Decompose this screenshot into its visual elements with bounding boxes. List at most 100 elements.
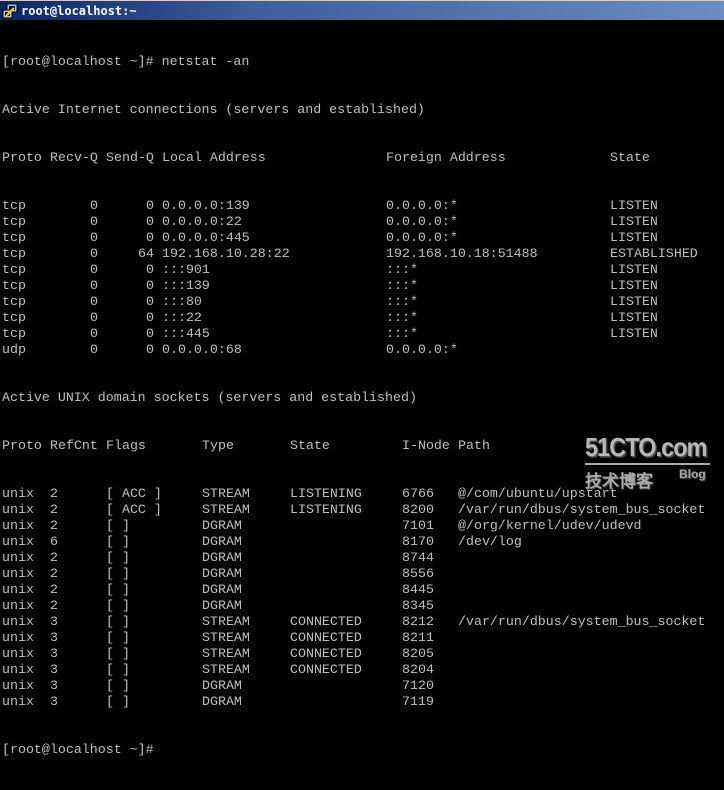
cell-local-address: :::80 bbox=[162, 294, 202, 309]
col-proto: Proto bbox=[2, 150, 42, 165]
unix-socket-row: unix 3 [ ] DGRAM 7119 bbox=[2, 694, 724, 710]
cell-refcnt: 3 bbox=[50, 678, 58, 693]
cell-sendq: 0 bbox=[146, 326, 154, 341]
cell-local-address: :::139 bbox=[162, 278, 210, 293]
cell-flags: [ ] bbox=[106, 694, 130, 709]
cell-flags: [ ] bbox=[106, 582, 130, 597]
cell-proto: unix bbox=[2, 598, 34, 613]
watermark-divider bbox=[585, 463, 710, 465]
inet-connection-row: tcp 0 0:::901:::* LISTEN bbox=[2, 262, 724, 278]
cell-recvq: 0 bbox=[90, 214, 98, 229]
unix-socket-row: unix 6 [ ] DGRAM 8170/dev/log bbox=[2, 534, 724, 550]
cell-type: STREAM bbox=[202, 502, 250, 517]
cell-sendq: 64 bbox=[138, 246, 154, 261]
col-recvq: Recv-Q bbox=[50, 150, 98, 165]
cell-refcnt: 2 bbox=[50, 486, 58, 501]
cell-proto: unix bbox=[2, 662, 34, 677]
cell-local-address: :::22 bbox=[162, 310, 202, 325]
cell-proto: unix bbox=[2, 566, 34, 581]
inet-section-header: Active Internet connections (servers and… bbox=[2, 102, 425, 117]
cell-refcnt: 6 bbox=[50, 534, 58, 549]
cell-refcnt: 3 bbox=[50, 646, 58, 661]
cell-refcnt: 3 bbox=[50, 630, 58, 645]
inet-connection-row: tcp 0 0:::80:::* LISTEN bbox=[2, 294, 724, 310]
cell-local-address: 0.0.0.0:445 bbox=[162, 230, 250, 245]
cell-sendq: 0 bbox=[146, 278, 154, 293]
cell-type: STREAM bbox=[202, 662, 250, 677]
cell-proto: unix bbox=[2, 646, 34, 661]
cell-inode: 8345 bbox=[402, 598, 434, 613]
unix-socket-row: unix 2 [ ] DGRAM 8556 bbox=[2, 566, 724, 582]
unix-socket-row: unix 2 [ ] DGRAM 8345 bbox=[2, 598, 724, 614]
cell-inode: 8211 bbox=[402, 630, 434, 645]
col-path: Path bbox=[458, 438, 490, 453]
cell-state: CONNECTED bbox=[290, 614, 362, 629]
cell-proto: unix bbox=[2, 694, 34, 709]
cell-inode: 8205 bbox=[402, 646, 434, 661]
cell-type: DGRAM bbox=[202, 534, 242, 549]
cell-foreign-address: 0.0.0.0:* bbox=[386, 230, 458, 245]
cell-inode: 8212 bbox=[402, 614, 434, 629]
cell-state: CONNECTED bbox=[290, 662, 362, 677]
inet-connection-row: tcp 0 0 0.0.0.0:139 0.0.0.0:* LISTEN bbox=[2, 198, 724, 214]
cell-inode: 8204 bbox=[402, 662, 434, 677]
window-title: root@localhost:~ bbox=[21, 3, 137, 18]
title-bar[interactable]: root@localhost:~ bbox=[0, 0, 724, 20]
cell-state: CONNECTED bbox=[290, 630, 362, 645]
shell-prompt[interactable]: [root@localhost ~]# bbox=[2, 742, 724, 758]
cell-type: STREAM bbox=[202, 630, 250, 645]
col-sendq: Send-Q bbox=[106, 150, 154, 165]
col-local-address: Local Address bbox=[162, 150, 266, 165]
terminal-window: root@localhost:~ [root@localhost ~]# net… bbox=[0, 0, 724, 757]
cell-state: LISTEN bbox=[610, 198, 658, 213]
cell-sendq: 0 bbox=[146, 294, 154, 309]
cell-sendq: 0 bbox=[146, 214, 154, 229]
cell-flags: [ ] bbox=[106, 534, 130, 549]
cell-flags: [ ] bbox=[106, 646, 130, 661]
col-proto: Proto bbox=[2, 438, 42, 453]
cell-type: STREAM bbox=[202, 646, 250, 661]
watermark-logo: 51CTO.com 技术博客 Blog bbox=[585, 432, 715, 492]
cell-flags: [ ] bbox=[106, 678, 130, 693]
cell-proto: unix bbox=[2, 550, 34, 565]
cell-inode: 8200 bbox=[402, 502, 434, 517]
putty-icon[interactable] bbox=[2, 3, 18, 19]
cell-flags: [ ] bbox=[106, 566, 130, 581]
cell-sendq: 0 bbox=[146, 342, 154, 357]
cell-sendq: 0 bbox=[146, 262, 154, 277]
cell-local-address: 0.0.0.0:22 bbox=[162, 214, 242, 229]
inet-connection-row: tcp 0 0 0.0.0.0:445 0.0.0.0:* LISTEN bbox=[2, 230, 724, 246]
cell-refcnt: 2 bbox=[50, 502, 58, 517]
cell-state: CONNECTED bbox=[290, 646, 362, 661]
cell-inode: 8744 bbox=[402, 550, 434, 565]
unix-socket-row: unix 2 [ ] DGRAM 8744 bbox=[2, 550, 724, 566]
cell-state: ESTABLISHED bbox=[610, 246, 698, 261]
cell-state: LISTEN bbox=[610, 230, 658, 245]
cell-foreign-address: 192.168.10.18:51488 bbox=[386, 246, 538, 261]
inet-connection-row: tcp 0 0:::139:::* LISTEN bbox=[2, 278, 724, 294]
cell-state: LISTEN bbox=[610, 294, 658, 309]
inet-connection-row: tcp 0 64 192.168.10.28:22 192.168.10.18:5148… bbox=[2, 246, 724, 262]
cell-type: DGRAM bbox=[202, 598, 242, 613]
cell-type: DGRAM bbox=[202, 694, 242, 709]
cell-proto: tcp bbox=[2, 198, 26, 213]
cell-flags: [ ACC ] bbox=[106, 502, 162, 517]
cell-flags: [ ACC ] bbox=[106, 486, 162, 501]
cell-state: LISTENING bbox=[290, 486, 362, 501]
unix-socket-row: unix 3 [ ] STREAM CONNECTED 8212/var/run/dbus… bbox=[2, 614, 724, 630]
cell-recvq: 0 bbox=[90, 278, 98, 293]
cell-state: LISTENING bbox=[290, 502, 362, 517]
terminal-output[interactable]: [root@localhost ~]# netstat -an Active I… bbox=[2, 22, 724, 757]
cell-foreign-address: 0.0.0.0:* bbox=[386, 198, 458, 213]
cell-refcnt: 2 bbox=[50, 566, 58, 581]
cell-flags: [ ] bbox=[106, 630, 130, 645]
cell-type: DGRAM bbox=[202, 550, 242, 565]
cell-foreign-address: :::* bbox=[386, 262, 418, 277]
cell-proto: unix bbox=[2, 486, 34, 501]
cell-proto: udp bbox=[2, 342, 26, 357]
watermark-subtitle-en: Blog bbox=[679, 467, 706, 481]
cell-sendq: 0 bbox=[146, 230, 154, 245]
cell-state: LISTEN bbox=[610, 310, 658, 325]
cell-foreign-address: :::* bbox=[386, 294, 418, 309]
cell-flags: [ ] bbox=[106, 614, 130, 629]
